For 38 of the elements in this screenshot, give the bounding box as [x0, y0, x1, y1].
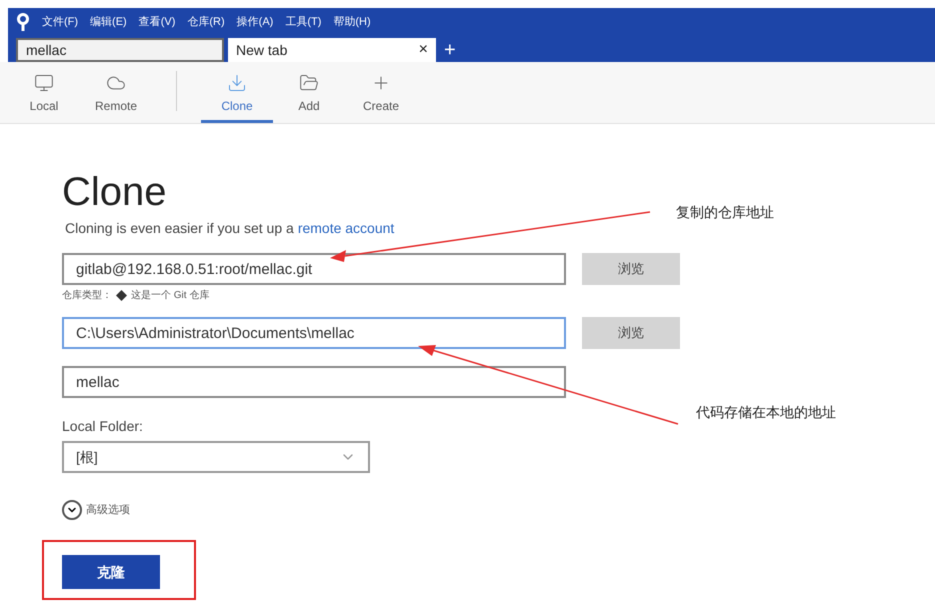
new-tab-button[interactable]: + [436, 38, 464, 62]
local-folder-label: Local Folder: [62, 417, 144, 436]
close-tab-button[interactable]: × [418, 38, 428, 62]
advanced-options-label: 高级选项 [86, 502, 130, 518]
source-url-field[interactable]: gitlab@192.168.0.51:root/mellac.git [62, 253, 566, 285]
menu-item[interactable]: 工具(T) [285, 14, 322, 30]
toolbar-button[interactable]: Remote [80, 65, 152, 123]
advanced-options-toggle[interactable] [62, 500, 82, 520]
repo-type-value: 这是一个 Git 仓库 [131, 288, 210, 303]
app-logo-icon [16, 13, 30, 31]
toolbar-button[interactable]: Add [273, 65, 345, 123]
annotation-text: 代码存储在本地的地址 [696, 403, 836, 422]
destination-path-field[interactable]: C:\Users\Administrator\Documents\mellac [62, 317, 566, 349]
toolbar-button[interactable]: Create [345, 65, 417, 123]
monitor-icon [34, 73, 54, 93]
repo-type-label: 仓库类型： [62, 288, 112, 303]
tab[interactable]: New tab × [228, 38, 436, 62]
menu-item[interactable]: 文件(F) [42, 14, 78, 30]
tab[interactable]: mellac [16, 38, 224, 62]
menu-item[interactable]: 编辑(E) [90, 14, 127, 30]
local-folder-dropdown[interactable]: [根] [62, 441, 370, 473]
subtitle-text: Cloning is even easier if you set up a [65, 219, 294, 238]
menu-item[interactable]: 操作(A) [236, 14, 274, 30]
remote-account-link[interactable]: remote account [298, 218, 394, 239]
clone-button[interactable]: 克隆 [62, 555, 160, 589]
toolbar-button[interactable]: Clone [201, 65, 273, 123]
browse-button[interactable]: 浏览 [582, 253, 680, 285]
menu-item[interactable]: 帮助(H) [333, 14, 371, 30]
menu-item[interactable]: 仓库(R) [187, 14, 225, 30]
menu-item[interactable]: 查看(V) [138, 14, 176, 30]
toolbar-button[interactable]: Local [8, 65, 80, 123]
annotation-text: 复制的仓库地址 [676, 203, 774, 222]
download-icon [227, 73, 247, 93]
folder-icon [299, 73, 319, 93]
page-title: Clone [62, 170, 167, 214]
diamond-icon [116, 290, 127, 301]
browse-button[interactable]: 浏览 [582, 317, 680, 349]
name-field[interactable]: mellac [62, 366, 566, 398]
